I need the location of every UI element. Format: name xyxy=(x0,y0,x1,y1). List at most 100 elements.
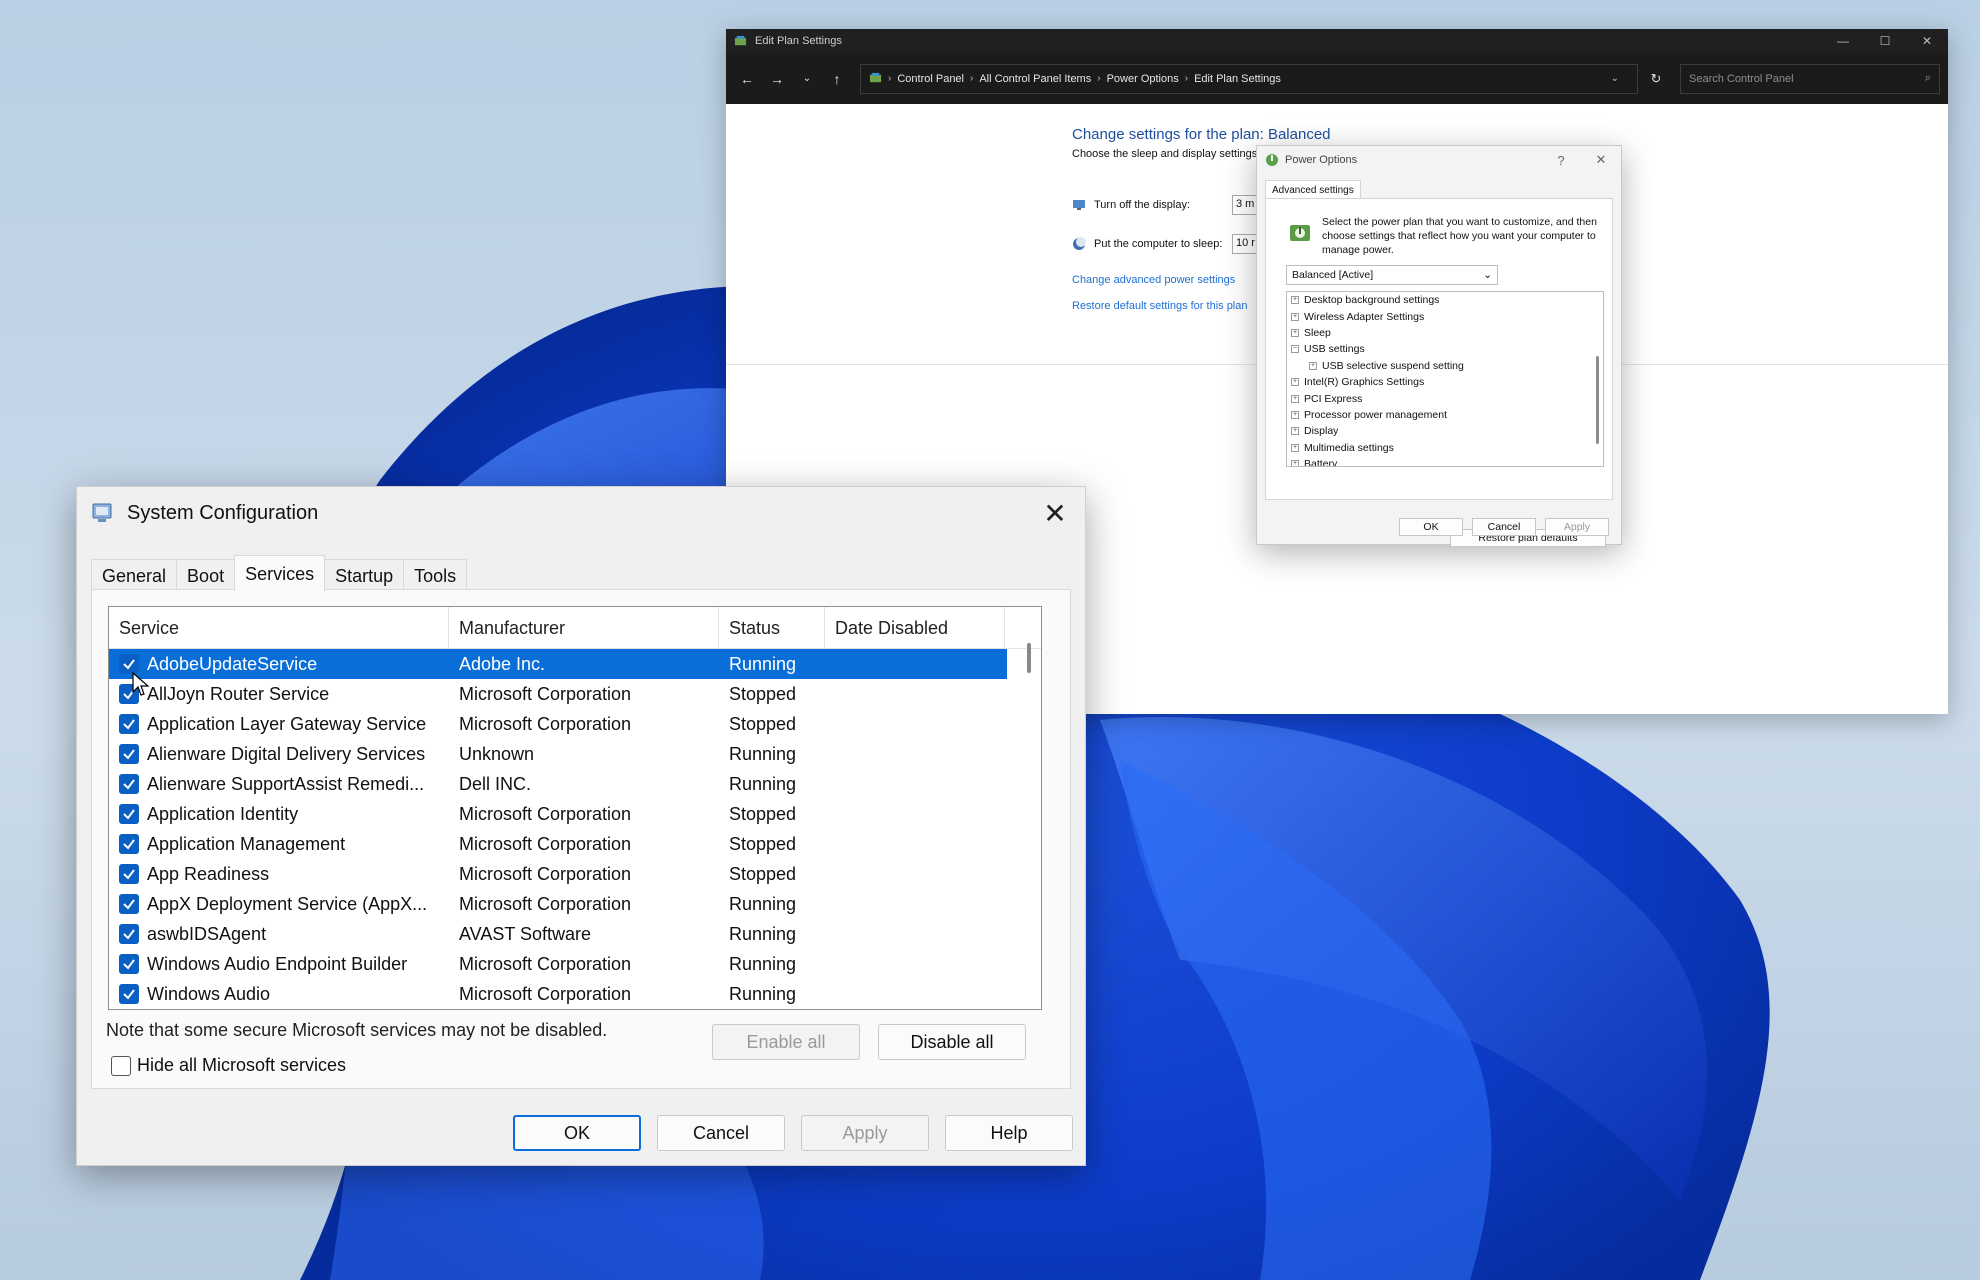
expand-icon[interactable]: + xyxy=(1291,296,1299,305)
tab-services[interactable]: Services xyxy=(234,555,326,591)
column-status[interactable]: Status xyxy=(719,607,825,649)
tab-general[interactable]: General xyxy=(91,559,178,589)
apply-button[interactable]: Apply xyxy=(1545,518,1609,536)
maximize-icon[interactable]: ☐ xyxy=(1864,34,1906,48)
search-box[interactable]: ⌕ xyxy=(1680,63,1940,94)
apply-button[interactable]: Apply xyxy=(801,1115,929,1151)
title-bar[interactable]: Edit Plan Settings — ☐ ✕ xyxy=(726,29,1948,53)
expand-icon[interactable]: + xyxy=(1291,328,1299,337)
expand-icon[interactable]: + xyxy=(1291,378,1299,387)
refresh-icon[interactable]: ↻ xyxy=(1642,71,1670,87)
recent-locations-chevron-icon[interactable]: ⌄ xyxy=(794,66,820,92)
service-checkbox[interactable] xyxy=(119,774,139,794)
table-row[interactable]: AppX Deployment Service (AppX... Microsof… xyxy=(109,889,1041,919)
tree-item[interactable]: + Multimedia settings xyxy=(1287,440,1603,456)
tab-boot[interactable]: Boot xyxy=(176,559,236,589)
list-scrollbar[interactable] xyxy=(1027,643,1031,673)
tree-item[interactable]: + Wireless Adapter Settings xyxy=(1287,308,1603,324)
forward-arrow-icon[interactable]: → xyxy=(764,66,790,92)
breadcrumb-power-options[interactable]: Power Options xyxy=(1107,73,1179,85)
expand-icon[interactable]: + xyxy=(1291,443,1299,452)
ok-button[interactable]: OK xyxy=(513,1115,641,1151)
service-checkbox[interactable] xyxy=(119,984,139,1004)
service-name: Windows Audio xyxy=(147,983,271,1004)
back-arrow-icon[interactable]: ← xyxy=(734,66,760,92)
up-arrow-icon[interactable]: ↑ xyxy=(824,66,850,92)
tree-item[interactable]: + Sleep xyxy=(1287,325,1603,341)
table-row[interactable]: Application Management Microsoft Corporat… xyxy=(109,829,1041,859)
table-row[interactable]: Windows Audio Microsoft Corporation Runnin… xyxy=(109,979,1041,1009)
search-input[interactable] xyxy=(1689,72,1925,85)
manufacturer-cell: Microsoft Corporation xyxy=(459,953,632,974)
collapse-icon[interactable]: − xyxy=(1291,345,1299,354)
table-row[interactable]: AllJoyn Router Service Microsoft Corporat… xyxy=(109,679,1041,709)
expand-icon[interactable]: + xyxy=(1309,361,1317,370)
table-row[interactable]: AdobeUpdateService Adobe Inc. Running xyxy=(109,649,1007,679)
table-row[interactable]: Application Identity Microsoft Corporatio… xyxy=(109,799,1041,829)
expand-icon[interactable]: + xyxy=(1291,427,1299,436)
service-checkbox[interactable] xyxy=(119,864,139,884)
column-date-disabled[interactable]: Date Disabled xyxy=(825,607,1005,649)
disable-all-button[interactable]: Disable all xyxy=(878,1024,1026,1060)
service-checkbox[interactable] xyxy=(119,804,139,824)
address-dropdown-icon[interactable]: ⌄ xyxy=(1611,73,1619,84)
close-icon[interactable]: ✕ xyxy=(1581,152,1621,168)
table-row[interactable]: Alienware Digital Delivery Services Unkno… xyxy=(109,739,1041,769)
advanced-power-settings-link[interactable]: Change advanced power settings xyxy=(1072,274,1235,286)
dialog-title-bar[interactable]: Power Options ? ✕ xyxy=(1257,146,1621,174)
service-checkbox[interactable] xyxy=(119,894,139,914)
secure-services-note: Note that some secure Microsoft services… xyxy=(106,1020,608,1040)
plan-select[interactable]: Balanced [Active] ⌄ xyxy=(1286,265,1498,285)
close-icon[interactable]: ✕ xyxy=(1906,34,1948,48)
help-icon[interactable]: ? xyxy=(1541,153,1581,168)
service-checkbox[interactable] xyxy=(119,714,139,734)
tree-item[interactable]: + Processor power management xyxy=(1287,407,1603,423)
close-icon[interactable]: ✕ xyxy=(1025,497,1085,530)
tree-item[interactable]: − USB settings xyxy=(1287,341,1603,357)
service-checkbox[interactable] xyxy=(119,834,139,854)
table-row[interactable]: Alienware SupportAssist Remedi... Dell IN… xyxy=(109,769,1041,799)
expand-icon[interactable]: + xyxy=(1291,410,1299,419)
minimize-icon[interactable]: — xyxy=(1822,34,1864,48)
search-icon[interactable]: ⌕ xyxy=(1925,72,1931,85)
table-row[interactable]: Application Layer Gateway Service Microso… xyxy=(109,709,1041,739)
tree-item[interactable]: + Intel(R) Graphics Settings xyxy=(1287,374,1603,390)
service-checkbox[interactable] xyxy=(119,954,139,974)
tree-item[interactable]: + Battery xyxy=(1287,456,1603,466)
expand-icon[interactable]: + xyxy=(1291,394,1299,403)
enable-all-button[interactable]: Enable all xyxy=(712,1024,860,1060)
table-row[interactable]: aswbIDSAgent AVAST Software Running xyxy=(109,919,1041,949)
tab-advanced-settings[interactable]: Advanced settings xyxy=(1265,180,1361,200)
cancel-button[interactable]: Cancel xyxy=(1472,518,1536,536)
hide-microsoft-services[interactable]: Hide all Microsoft services xyxy=(111,1055,346,1076)
ok-button[interactable]: OK xyxy=(1399,518,1463,536)
breadcrumb-control-panel[interactable]: Control Panel xyxy=(897,73,964,85)
address-bar[interactable]: › Control Panel › All Control Panel Item… xyxy=(860,63,1638,94)
tab-startup[interactable]: Startup xyxy=(324,559,405,589)
table-row[interactable]: Windows Audio Endpoint Builder Microsoft … xyxy=(109,949,1041,979)
tree-item[interactable]: + PCI Express xyxy=(1287,390,1603,406)
tree-scrollbar[interactable] xyxy=(1596,356,1599,444)
breadcrumb-edit-plan[interactable]: Edit Plan Settings xyxy=(1194,73,1281,85)
tree-item[interactable]: + Display xyxy=(1287,423,1603,439)
title-bar[interactable]: System Configuration ✕ xyxy=(77,487,1085,539)
help-button[interactable]: Help xyxy=(945,1115,1073,1151)
hide-microsoft-services-checkbox[interactable] xyxy=(111,1055,131,1076)
service-checkbox[interactable] xyxy=(119,924,139,944)
column-manufacturer[interactable]: Manufacturer xyxy=(449,607,719,649)
expand-icon[interactable]: + xyxy=(1291,312,1299,321)
tree-item[interactable]: + Desktop background settings xyxy=(1287,292,1603,308)
column-service[interactable]: Service xyxy=(109,607,449,649)
services-list[interactable]: Service Manufacturer Status Date Disable… xyxy=(108,606,1042,1010)
settings-tree[interactable]: + Desktop background settings + Wireless Ad… xyxy=(1286,291,1604,467)
tab-tools[interactable]: Tools xyxy=(403,559,468,589)
breadcrumb-all-items[interactable]: All Control Panel Items xyxy=(979,73,1091,85)
cancel-button[interactable]: Cancel xyxy=(657,1115,785,1151)
service-checkbox[interactable] xyxy=(119,744,139,764)
restore-defaults-link[interactable]: Restore default settings for this plan xyxy=(1072,300,1247,312)
tree-item[interactable]: + USB selective suspend setting xyxy=(1287,358,1603,374)
service-checkbox[interactable] xyxy=(119,654,139,674)
expand-icon[interactable]: + xyxy=(1291,460,1299,466)
service-cell: Application Layer Gateway Service xyxy=(109,714,449,735)
table-row[interactable]: App Readiness Microsoft Corporation Stoppe… xyxy=(109,859,1041,889)
